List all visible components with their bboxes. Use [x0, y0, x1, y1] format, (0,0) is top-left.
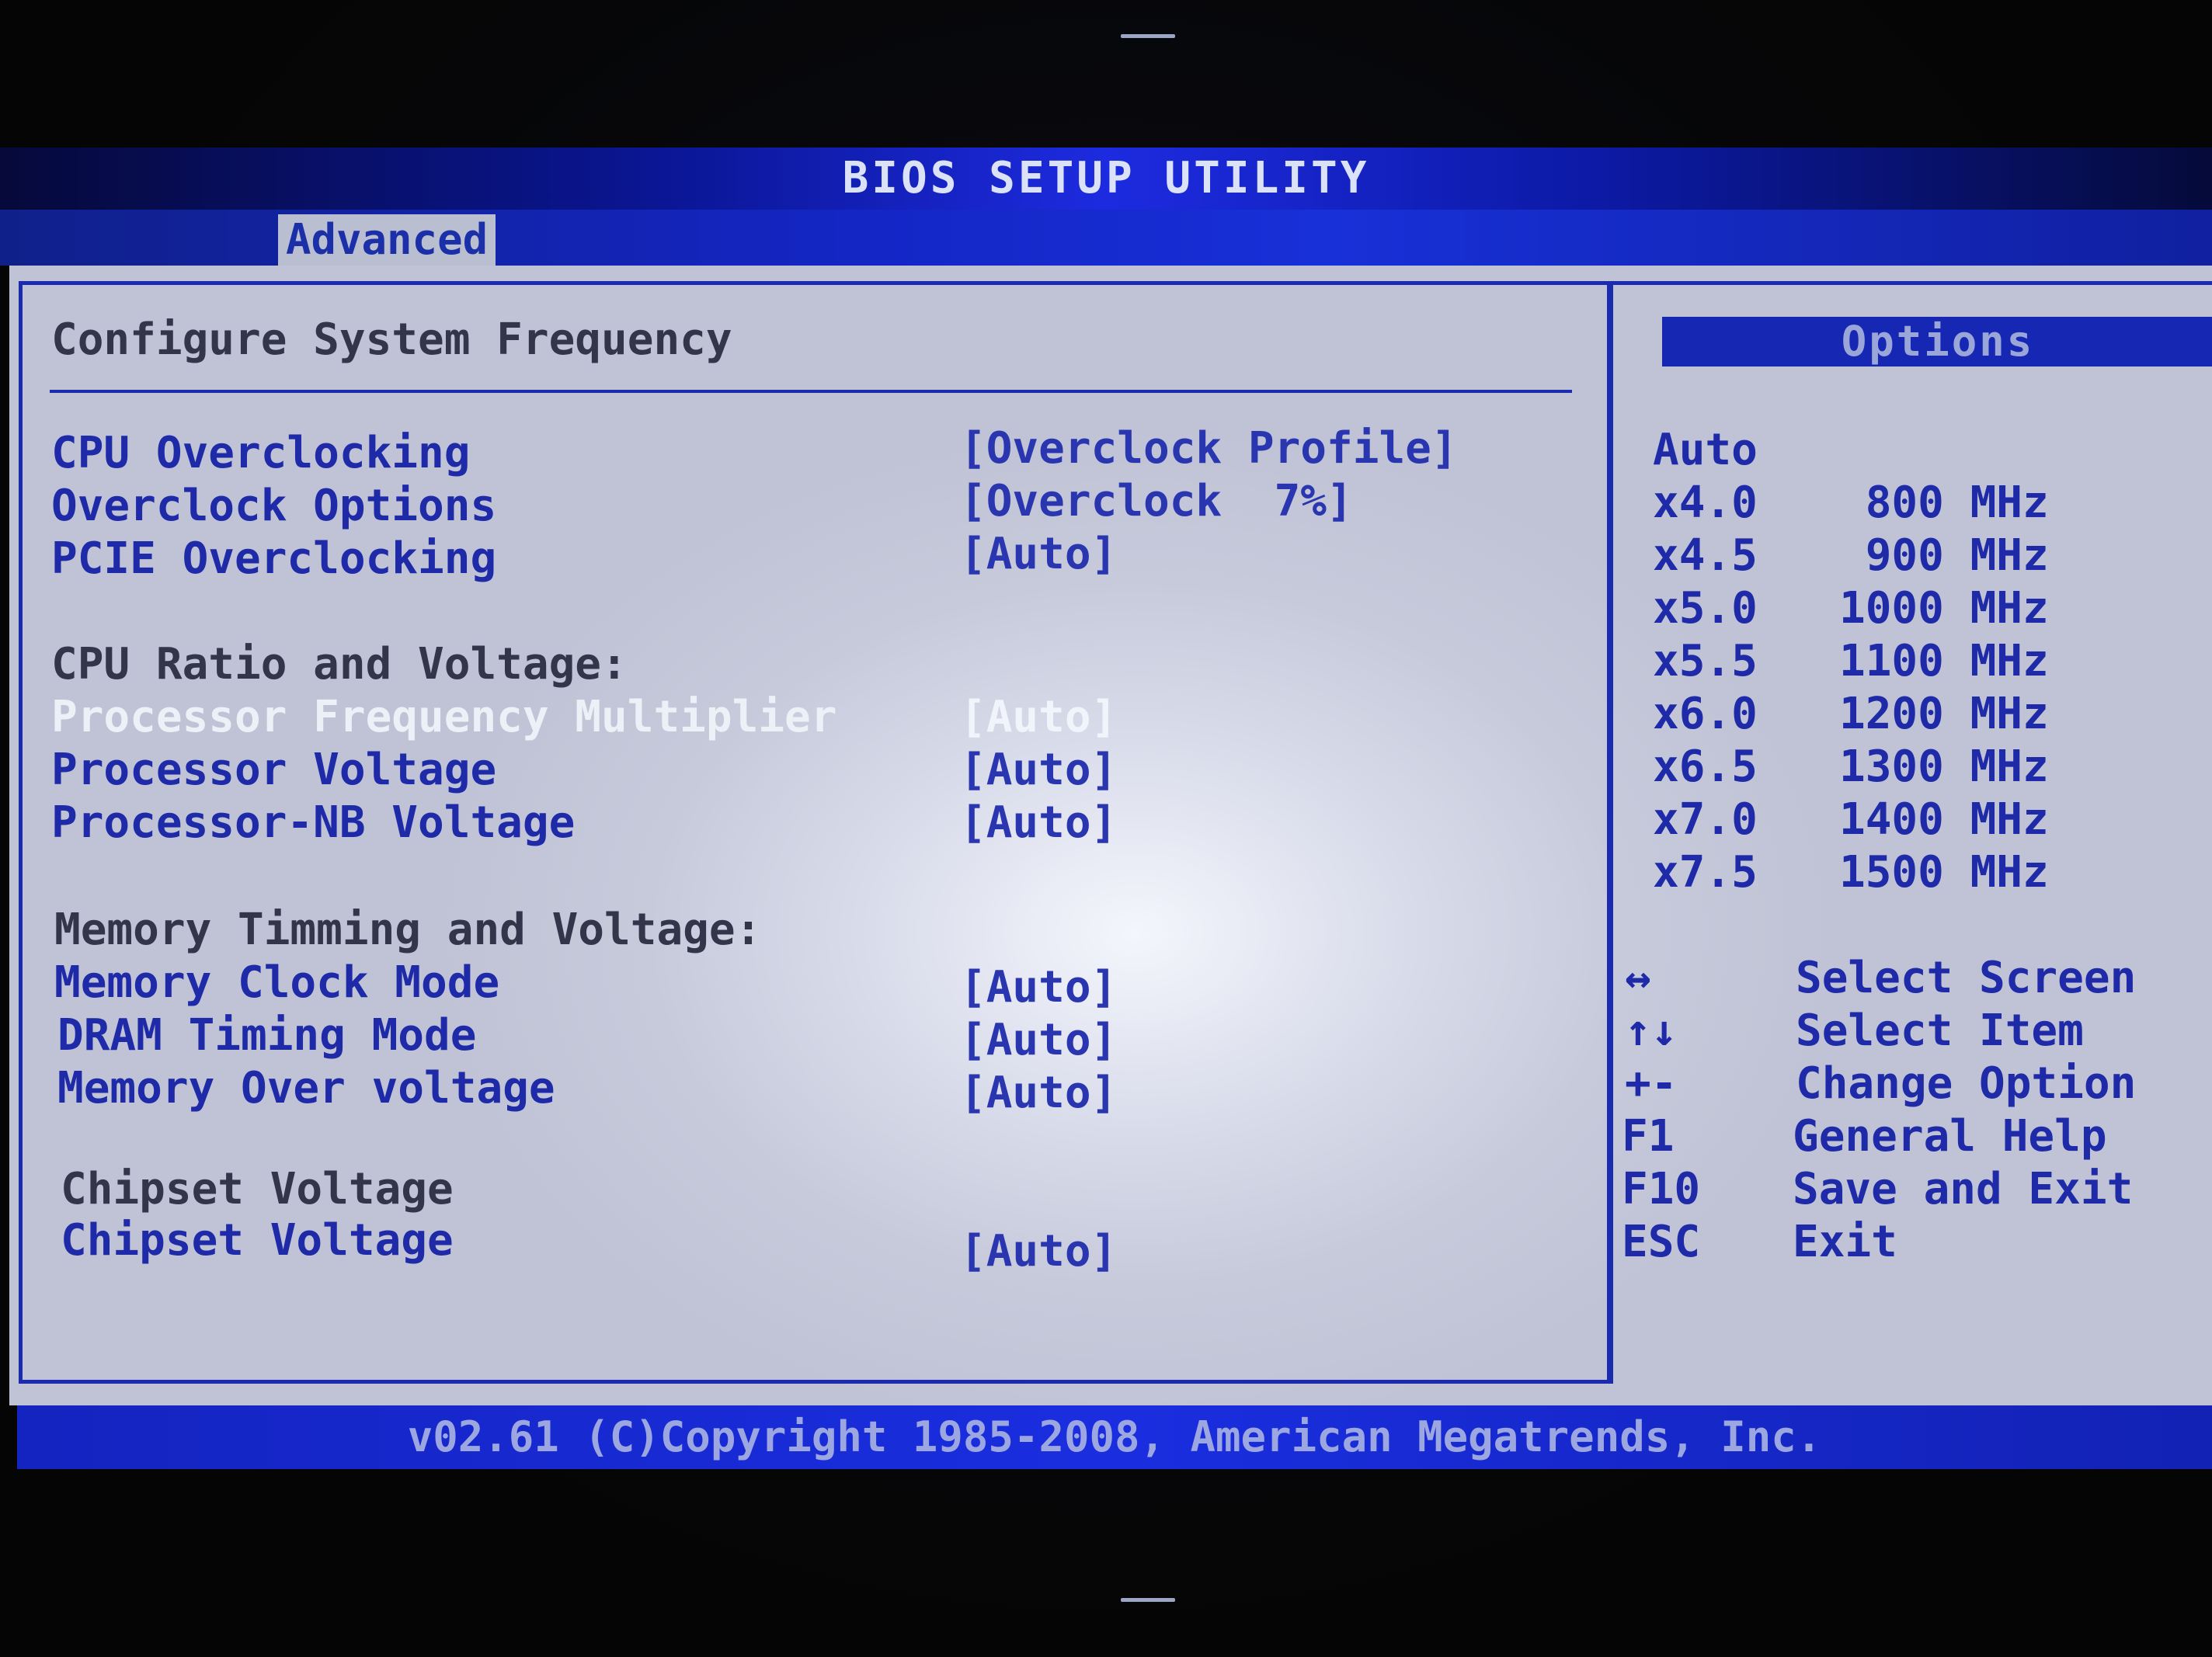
- keyhelp-key-esc: ESC: [1622, 1217, 1701, 1267]
- copyright-text: v02.61 (C)Copyright 1985-2008, American …: [407, 1412, 1822, 1461]
- setting-label-memory-clock-mode[interactable]: Memory Clock Mode: [54, 960, 499, 1006]
- keyhelp-key-f10: F10: [1622, 1164, 1701, 1214]
- bios-title-bar: BIOS SETUP UTILITY: [0, 148, 2212, 210]
- setting-value-cpu-overclocking[interactable]: [Overclock Profile]: [960, 426, 1458, 472]
- option-ratio[interactable]: Auto: [1653, 427, 1758, 474]
- monitor-screen: BIOS SETUP UTILITY Advanced Configure Sy…: [0, 0, 2212, 1657]
- option-ratio[interactable]: x4.0: [1653, 480, 1758, 526]
- keyhelp-general-help: General Help: [1793, 1111, 2107, 1162]
- group-heading-chipset-voltage: Chipset Voltage: [61, 1164, 454, 1214]
- keyhelp-change-option: Change Option: [1796, 1058, 2137, 1109]
- setting-value-pcie-overclocking[interactable]: [Auto]: [960, 531, 1117, 578]
- setting-value-overclock-options[interactable]: [Overclock 7%]: [960, 478, 1353, 525]
- option-frequency[interactable]: 1000 MHz: [1839, 585, 2049, 632]
- setting-value-processor-nb-voltage[interactable]: [Auto]: [960, 800, 1117, 846]
- content-frame: Configure System Frequency CPU Overclock…: [9, 266, 2212, 1405]
- group-heading-cpu-ratio-voltage: CPU Ratio and Voltage:: [51, 639, 628, 690]
- bezel-bottom-mark: [1121, 1598, 1175, 1602]
- setting-label-memory-over-voltage[interactable]: Memory Over voltage: [57, 1065, 555, 1112]
- keyhelp-exit: Exit: [1793, 1217, 1897, 1267]
- option-frequency[interactable]: 1200 MHz: [1839, 691, 2049, 738]
- options-header: Options: [1662, 317, 2212, 366]
- option-frequency[interactable]: 1300 MHz: [1839, 744, 2049, 790]
- option-ratio[interactable]: x6.0: [1653, 691, 1758, 738]
- group-heading-memory-timing-voltage: Memory Timming and Voltage:: [54, 905, 762, 955]
- keyhelp-save-and-exit: Save and Exit: [1793, 1164, 2134, 1214]
- setting-value-processor-frequency-multiplier[interactable]: [Auto]: [960, 694, 1117, 741]
- option-ratio[interactable]: x7.0: [1653, 797, 1758, 843]
- setting-label-overclock-options[interactable]: Overclock Options: [51, 483, 496, 530]
- setting-label-dram-timing-mode[interactable]: DRAM Timing Mode: [57, 1013, 476, 1059]
- setting-label-processor-nb-voltage[interactable]: Processor-NB Voltage: [51, 800, 575, 846]
- section-divider: [50, 390, 1572, 393]
- tab-advanced[interactable]: Advanced: [278, 214, 496, 266]
- copyright-footer: v02.61 (C)Copyright 1985-2008, American …: [17, 1405, 2212, 1469]
- option-frequency[interactable]: 1100 MHz: [1839, 638, 2049, 685]
- keyhelp-key-f1: F1: [1622, 1111, 1675, 1162]
- option-ratio[interactable]: x6.5: [1653, 744, 1758, 790]
- option-ratio[interactable]: x5.5: [1653, 638, 1758, 685]
- setting-value-chipset-voltage[interactable]: [Auto]: [960, 1228, 1117, 1275]
- arrow-up-down-icon: ↑↓: [1625, 1006, 1678, 1056]
- setting-value-dram-timing-mode[interactable]: [Auto]: [960, 1017, 1117, 1064]
- option-frequency[interactable]: 1400 MHz: [1839, 797, 2049, 843]
- setting-label-processor-frequency-multiplier[interactable]: Processor Frequency Multiplier: [51, 694, 836, 741]
- section-title: Configure System Frequency: [51, 314, 732, 365]
- setting-value-memory-over-voltage[interactable]: [Auto]: [960, 1070, 1117, 1117]
- option-frequency[interactable]: 900 MHz: [1839, 533, 2049, 579]
- setting-value-memory-clock-mode[interactable]: [Auto]: [960, 964, 1117, 1011]
- keyhelp-select-screen: Select Screen: [1796, 953, 2137, 1003]
- option-ratio[interactable]: x7.5: [1653, 849, 1758, 896]
- option-ratio[interactable]: x4.5: [1653, 533, 1758, 579]
- setting-label-chipset-voltage[interactable]: Chipset Voltage: [61, 1218, 454, 1264]
- option-ratio[interactable]: x5.0: [1653, 585, 1758, 632]
- setting-label-processor-voltage[interactable]: Processor Voltage: [51, 747, 496, 794]
- setting-value-processor-voltage[interactable]: [Auto]: [960, 747, 1117, 794]
- option-frequency[interactable]: 800 MHz: [1839, 480, 2049, 526]
- keyhelp-select-item: Select Item: [1796, 1006, 2084, 1056]
- menu-bar: Advanced: [0, 210, 2212, 266]
- plus-minus-icon: +-: [1625, 1058, 1678, 1109]
- bezel-top-mark: [1121, 34, 1175, 38]
- option-frequency[interactable]: 1500 MHz: [1839, 849, 2049, 896]
- setting-label-cpu-overclocking[interactable]: CPU Overclocking: [51, 430, 470, 477]
- setting-label-pcie-overclocking[interactable]: PCIE Overclocking: [51, 536, 496, 582]
- bios-title: BIOS SETUP UTILITY: [842, 153, 1370, 203]
- arrow-left-right-icon: ↔: [1625, 953, 1651, 1003]
